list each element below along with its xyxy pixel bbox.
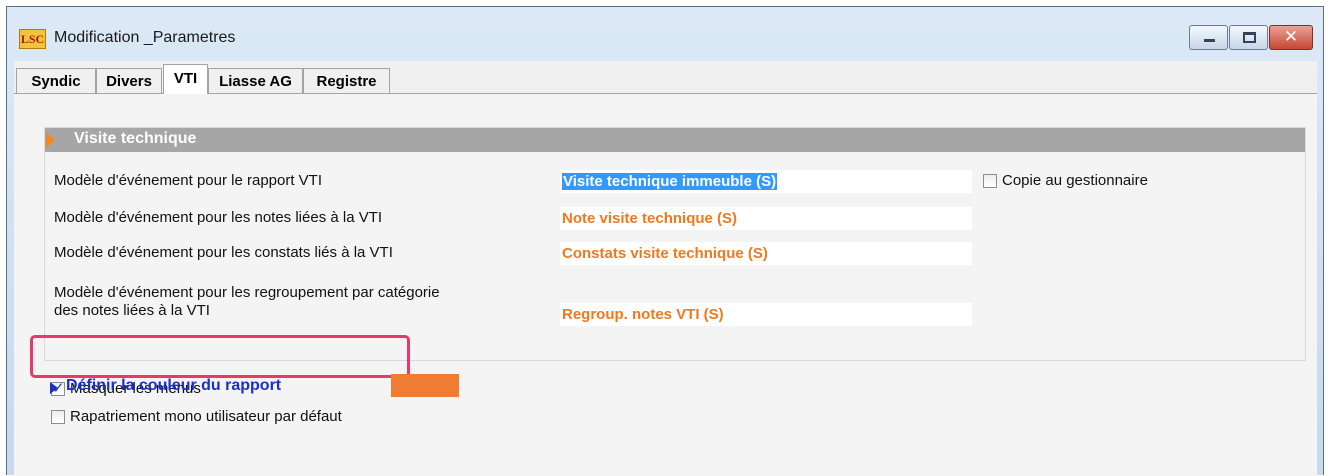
single-user-label: Rapatriement mono utilisateur par défaut bbox=[70, 408, 342, 425]
copy-manager-checkbox[interactable] bbox=[983, 173, 997, 188]
single-user-checkbox[interactable] bbox=[51, 409, 65, 424]
section-title: Visite technique bbox=[74, 130, 197, 147]
notes-model-field[interactable]: Note visite technique (S) bbox=[560, 207, 972, 230]
window-controls: ✕ bbox=[1188, 25, 1313, 50]
copy-manager-label: Copie au gestionnaire bbox=[1002, 172, 1148, 189]
app-logo-icon: LSC bbox=[19, 29, 46, 49]
window-title: Modification _Parametres bbox=[54, 29, 236, 46]
minimize-button[interactable] bbox=[1189, 25, 1228, 50]
visite-technique-section: Visite technique Modèle d'événement pour… bbox=[44, 127, 1306, 361]
tab-liasse-ag[interactable]: Liasse AG bbox=[208, 68, 303, 93]
maximize-button[interactable] bbox=[1229, 25, 1268, 50]
tab-registre[interactable]: Registre bbox=[303, 68, 390, 93]
section-arrow-icon bbox=[46, 132, 55, 148]
copy-manager-option[interactable]: Copie au gestionnaire bbox=[983, 172, 1148, 189]
constats-model-label: Modèle d'événement pour les constats lié… bbox=[54, 244, 393, 261]
tab-divers[interactable]: Divers bbox=[96, 68, 162, 93]
title-bar[interactable]: LSC Modification _Parametres ✕ bbox=[7, 7, 1323, 59]
report-model-value: Visite technique immeuble (S) bbox=[562, 173, 778, 190]
constats-model-field[interactable]: Constats visite technique (S) bbox=[560, 242, 972, 265]
grouping-model-label-line2: des notes liées à la VTI bbox=[54, 302, 210, 319]
tab-syndic[interactable]: Syndic bbox=[16, 68, 96, 93]
notes-model-label: Modèle d'événement pour les notes liées … bbox=[54, 209, 383, 226]
minimize-icon bbox=[1204, 39, 1215, 42]
link-arrow-icon bbox=[50, 382, 58, 394]
close-icon: ✕ bbox=[1283, 27, 1299, 47]
vti-panel: Visite technique Modèle d'événement pour… bbox=[14, 93, 1317, 476]
tab-vti[interactable]: VTI bbox=[163, 64, 208, 94]
tab-bar: Syndic Divers VTI Liasse AG Registre bbox=[14, 61, 1317, 94]
grouping-model-label-line1: Modèle d'événement pour les regroupement… bbox=[54, 284, 440, 301]
report-model-field[interactable]: Visite technique immeuble (S) bbox=[560, 170, 972, 193]
close-button[interactable]: ✕ bbox=[1269, 25, 1313, 50]
report-color-link[interactable]: Définir la couleur du rapport bbox=[66, 377, 281, 395]
report-model-label: Modèle d'événement pour le rapport VTI bbox=[54, 172, 323, 189]
highlight-box bbox=[30, 335, 410, 378]
maximize-icon bbox=[1243, 32, 1256, 43]
dialog-content: Syndic Divers VTI Liasse AG Registre Vis… bbox=[14, 61, 1317, 476]
window: LSC Modification _Parametres ✕ Syndic Di… bbox=[0, 0, 1330, 476]
report-color-swatch[interactable] bbox=[391, 374, 459, 397]
single-user-option[interactable]: Rapatriement mono utilisateur par défaut bbox=[51, 408, 342, 425]
window-frame: LSC Modification _Parametres ✕ Syndic Di… bbox=[6, 6, 1324, 476]
grouping-model-field[interactable]: Regroup. notes VTI (S) bbox=[560, 303, 972, 326]
section-header: Visite technique bbox=[45, 128, 1305, 152]
